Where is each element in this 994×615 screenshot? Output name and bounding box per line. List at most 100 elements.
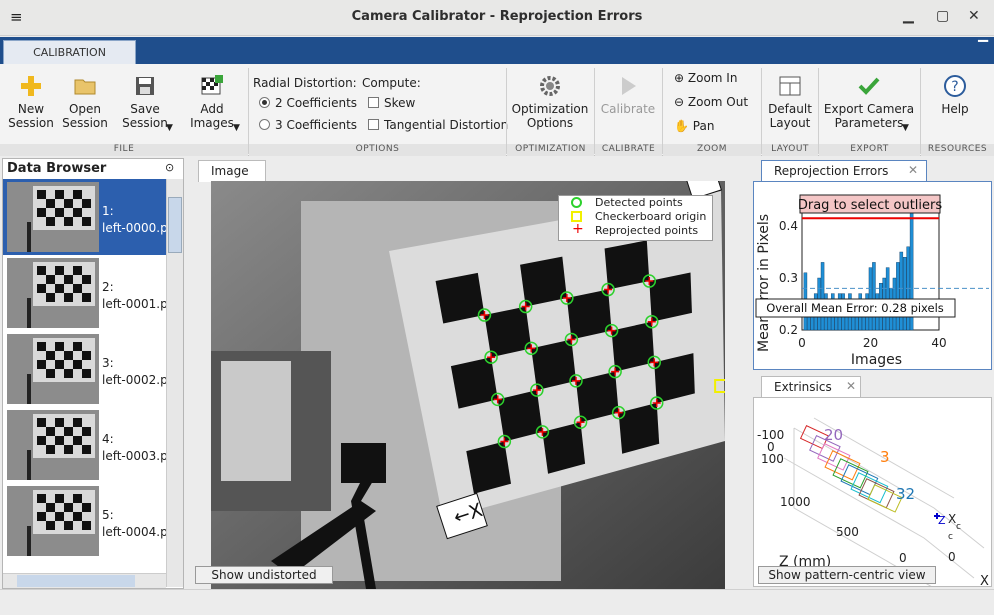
plus-icon (21, 76, 41, 96)
vertical-scrollbar[interactable] (166, 179, 183, 587)
pan-label: Pan (692, 119, 715, 133)
add-images-label: Add Images (190, 102, 234, 130)
compute-label: Compute: (362, 76, 421, 90)
thumbnail-image[interactable] (7, 258, 99, 328)
camera-frames (799, 425, 940, 519)
add-images-dropdown-icon[interactable]: ▼ (233, 123, 240, 133)
tab-calibration[interactable]: CALIBRATION (3, 40, 136, 65)
save-session-label: Save Session (122, 102, 168, 130)
checkerboard-square (566, 289, 612, 340)
window-title: Camera Calibrator - Reprojection Errors (351, 9, 643, 24)
error-bar (872, 262, 876, 331)
thumbnail-image[interactable] (7, 182, 99, 252)
camera-label: 3 (880, 448, 890, 466)
reprojection-error-chart[interactable]: 0.4 0.3 0.20 20 40 Images Mean Error in Pixels… (754, 182, 993, 371)
help-button[interactable]: ? Help (926, 74, 984, 116)
tangential-distortion-checkbox[interactable]: Tangential Distortion (368, 118, 508, 132)
image-legend: Detected points Checkerboard origin + Rep… (558, 195, 713, 241)
thumbnail-image[interactable] (7, 334, 99, 404)
checkerboard-square (604, 240, 650, 290)
error-bar (820, 262, 825, 331)
add-images-button[interactable]: Add Images (180, 74, 244, 130)
checkerboard-scene: ←X (211, 181, 725, 589)
h-scrollbar-thumb[interactable] (17, 575, 135, 587)
show-pattern-centric-view-button[interactable]: Show pattern-centric view (758, 566, 936, 584)
group-file: FILE (0, 144, 248, 156)
extrinsics-panel: Extrinsics ✕ 20 32 3 -100 0 100 1000 500… (751, 374, 994, 589)
reprojection-errors-panel: Reprojection Errors ✕ 0.4 0.3 0.2 0 20 40 Imag… (751, 158, 994, 372)
tick-label: 0 (899, 551, 907, 565)
help-icon: ? (944, 75, 966, 97)
optimization-options-button[interactable]: Optimization Options (510, 74, 590, 130)
folder-icon (74, 79, 96, 95)
checkbox-icon (368, 119, 379, 130)
open-session-label: Open Session (62, 102, 108, 130)
help-label: Help (941, 102, 969, 116)
axis-label: Z (938, 514, 946, 527)
zoom-out-label: Zoom Out (687, 95, 749, 109)
extrinsics-3d-plot: 20 32 3 -100 0 100 1000 500 0 0 Z (mm) X… (757, 417, 989, 586)
data-browser-panel: Data Browser ⊙ 1: left-0000.png 2: left-0… (2, 158, 184, 589)
three-coefficients-radio[interactable]: 3 Coefficients (259, 118, 357, 132)
new-session-button[interactable]: New Session (4, 74, 58, 130)
group-calibrate: CALIBRATE (595, 144, 662, 156)
radial-distortion-label: Radial Distortion: (253, 76, 357, 90)
svg-text:?: ? (951, 79, 958, 95)
ribbon-tab-bar: CALIBRATION ▔ (0, 37, 994, 65)
image-panel: Image ←X Detected points Checkerboard or… (188, 158, 748, 589)
legend-reprojected: + Reprojected points (572, 221, 699, 237)
export-dropdown-icon[interactable]: ▼ (902, 123, 909, 133)
y-tick-label: 0.2 (779, 323, 798, 337)
checkerboard-square (484, 306, 532, 358)
horizontal-scrollbar[interactable] (3, 573, 166, 588)
close-tab-icon[interactable]: ✕ (908, 163, 918, 177)
minimize-icon[interactable]: ▁ (903, 8, 914, 24)
green-circle-icon (571, 197, 582, 208)
group-resources: RESOURCES (921, 144, 994, 156)
radio-icon (259, 119, 270, 130)
zoom-in-button[interactable]: ⊕ Zoom In (674, 71, 737, 85)
tab-reprojection-errors[interactable]: Reprojection Errors ✕ (761, 160, 927, 182)
extrinsics-plot[interactable]: 20 32 3 -100 0 100 1000 500 0 0 Z (mm) X… (753, 397, 992, 587)
radio-selected-icon (259, 97, 270, 108)
maximize-icon[interactable]: ▢ (936, 8, 949, 24)
show-undistorted-button[interactable]: Show undistorted (195, 566, 333, 584)
tab-image[interactable]: Image (198, 160, 266, 182)
thumbnail-label[interactable]: 4: left-0003.p (102, 431, 168, 465)
x-axis-label: Images (851, 352, 902, 368)
layout-icon (779, 76, 801, 96)
export-camera-parameters-button[interactable]: Export Camera Parameters (822, 74, 916, 130)
skew-checkbox[interactable]: Skew (368, 96, 415, 110)
save-dropdown-icon[interactable]: ▼ (166, 123, 173, 133)
thumbnail-label[interactable]: 5: left-0004.p (102, 507, 168, 541)
tab-extrinsics-label: Extrinsics (774, 380, 832, 394)
checkbox-icon (368, 97, 379, 108)
reprojection-chart-area[interactable]: 0.4 0.3 0.2 0 20 40 Images Mean Error in Pixels… (753, 181, 992, 370)
group-layout: LAYOUT (762, 144, 818, 156)
open-session-button[interactable]: Open Session (58, 74, 112, 130)
save-session-button[interactable]: Save Session (112, 74, 178, 130)
y-axis-label: Mean Error in Pixels (756, 214, 772, 352)
scrollbar-thumb[interactable] (168, 197, 182, 253)
tab-extrinsics[interactable]: Extrinsics ✕ (761, 376, 861, 398)
calibrate-button[interactable]: Calibrate (598, 74, 658, 116)
gear-icon (540, 76, 560, 96)
two-coefficients-radio[interactable]: 2 Coefficients (259, 96, 357, 110)
group-zoom: ZOOM (663, 144, 761, 156)
pan-button[interactable]: ✋ Pan (674, 119, 714, 133)
thumbnail-image[interactable] (7, 486, 99, 556)
thumbnail-label[interactable]: 2: left-0001.p (102, 279, 168, 313)
calibration-image[interactable]: ←X Detected points Checkerboard origin +… (211, 181, 725, 589)
legend-detected: Detected points (559, 196, 712, 210)
thumbnail-label[interactable]: 3: left-0002.p (102, 355, 168, 389)
red-plus-icon: + (572, 221, 584, 237)
close-tab-icon[interactable]: ✕ (846, 379, 856, 393)
panel-menu-icon[interactable]: ⊙ (165, 161, 174, 174)
collapse-ribbon-icon[interactable]: ▔ (978, 41, 988, 56)
status-bar (0, 589, 994, 615)
zoom-out-button[interactable]: ⊖ Zoom Out (674, 95, 748, 109)
default-layout-button[interactable]: Default Layout (764, 74, 816, 130)
thumbnail-image[interactable] (7, 410, 99, 480)
axis-label: c (948, 532, 953, 542)
close-icon[interactable]: ✕ (968, 8, 980, 24)
